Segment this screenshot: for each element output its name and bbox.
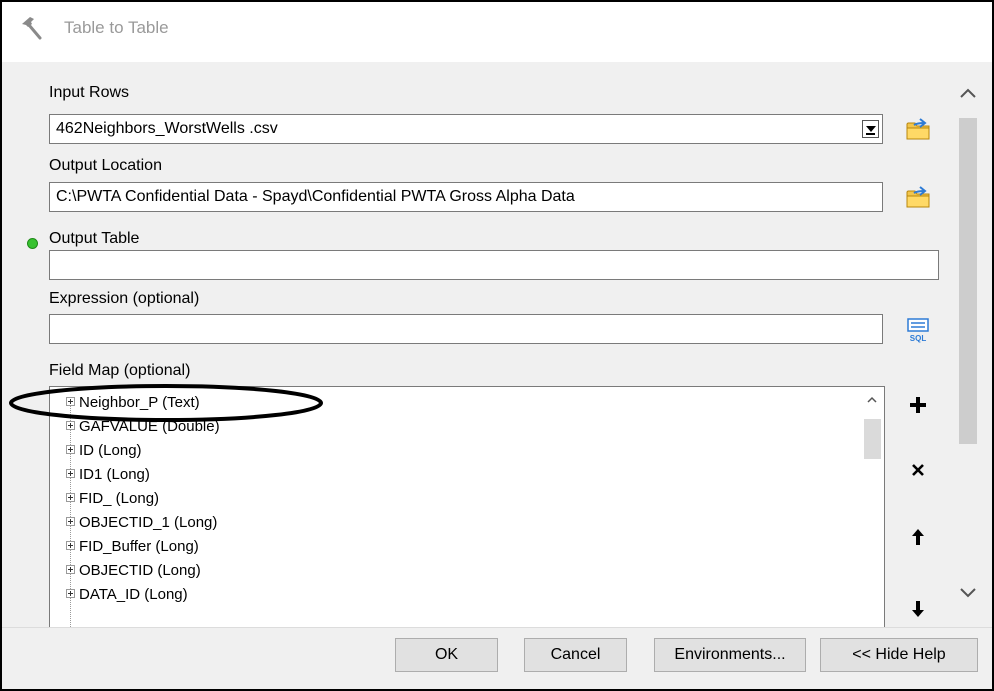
remove-field-button[interactable] [901, 453, 935, 487]
browse-folder-icon[interactable] [901, 180, 935, 214]
add-field-button[interactable] [901, 388, 935, 422]
close-icon [912, 464, 924, 476]
input-rows-combobox[interactable]: 462Neighbors_WorstWells .csv [49, 114, 883, 144]
field-map-item[interactable]: FID_Buffer (Long) [66, 535, 199, 559]
field-map-item[interactable]: ID (Long) [66, 439, 142, 463]
table-to-table-dialog: Table to Table Input Rows 462Neighbors_W… [0, 0, 994, 691]
cancel-button[interactable]: Cancel [524, 638, 627, 672]
dropdown-arrow-icon[interactable] [862, 120, 879, 138]
chevron-up-icon[interactable] [958, 84, 978, 104]
expand-icon[interactable] [66, 589, 75, 599]
plus-icon [910, 397, 926, 413]
output-location-value: C:\PWTA Confidential Data - Spayd\Confid… [56, 188, 575, 205]
scrollbar-thumb[interactable] [959, 118, 977, 444]
highlight-ellipse-annotation [9, 384, 323, 422]
dialog-scrollbar[interactable] [955, 62, 981, 627]
field-map-item[interactable]: OBJECTID (Long) [66, 559, 201, 583]
browse-folder-icon[interactable] [901, 112, 935, 146]
chevron-down-icon[interactable] [958, 582, 978, 602]
expand-icon[interactable] [66, 541, 75, 551]
output-table-label: Output Table [49, 230, 140, 247]
input-rows-label: Input Rows [49, 84, 130, 101]
expand-icon[interactable] [66, 565, 75, 575]
required-indicator-icon [27, 238, 38, 249]
input-rows-value: 462Neighbors_WorstWells .csv [56, 120, 278, 137]
field-map-item[interactable]: DATA_ID (Long) [66, 583, 188, 607]
expand-icon[interactable] [66, 517, 75, 527]
expand-icon[interactable] [66, 445, 75, 455]
expand-icon[interactable] [66, 469, 75, 479]
move-down-button[interactable] [901, 592, 935, 626]
parameters-panel: Input Rows 462Neighbors_WorstWells .csv … [2, 62, 992, 627]
output-location-field[interactable]: C:\PWTA Confidential Data - Spayd\Confid… [49, 182, 883, 212]
scrollbar-thumb[interactable] [864, 419, 881, 459]
output-table-field[interactable] [49, 250, 939, 280]
sql-query-builder-icon[interactable]: SQL [903, 314, 933, 346]
move-up-button[interactable] [901, 520, 935, 554]
expression-label: Expression (optional) [49, 290, 200, 307]
arrow-up-icon [912, 529, 924, 545]
svg-text:SQL: SQL [910, 334, 927, 343]
arrow-down-icon [912, 601, 924, 617]
hide-help-button[interactable]: << Hide Help [820, 638, 978, 672]
expand-icon[interactable] [66, 493, 75, 503]
output-location-label: Output Location [49, 157, 162, 174]
ok-button[interactable]: OK [395, 638, 498, 672]
field-map-scrollbar[interactable] [861, 387, 884, 627]
field-map-label: Field Map (optional) [49, 362, 191, 379]
field-map-item[interactable]: FID_ (Long) [66, 487, 159, 511]
field-map-item[interactable]: ID1 (Long) [66, 463, 150, 487]
environments-button[interactable]: Environments... [654, 638, 806, 672]
expression-field[interactable] [49, 314, 883, 344]
field-map-item[interactable]: OBJECTID_1 (Long) [66, 511, 217, 535]
dialog-footer: OK Cancel Environments... << Hide Help [2, 627, 992, 689]
scroll-up-icon[interactable] [867, 395, 877, 405]
window-title: Table to Table [64, 18, 169, 37]
hammer-icon [22, 17, 42, 40]
title-bar: Table to Table [2, 2, 992, 62]
